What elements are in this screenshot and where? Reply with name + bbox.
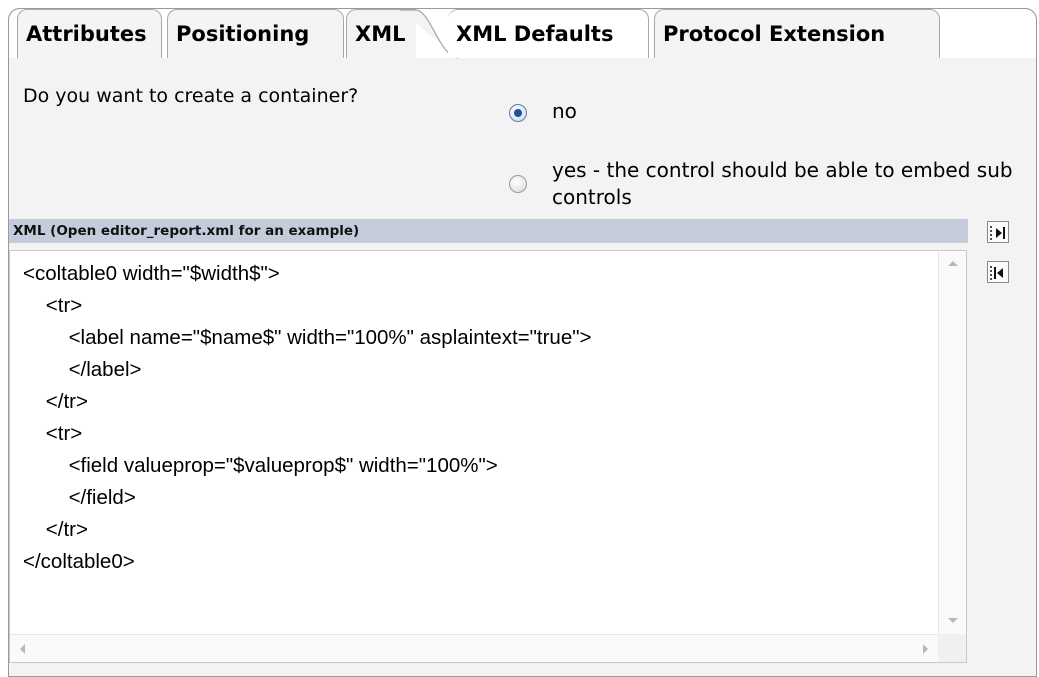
xml-section-header: XML (Open editor_report.xml for an examp…: [9, 219, 968, 243]
radio-no[interactable]: [509, 104, 527, 122]
code-line: <tr>: [45, 294, 83, 317]
scroll-down-icon[interactable]: [948, 618, 958, 623]
code-line: <tr>: [45, 422, 83, 445]
code-line: <label name="$name$" width="100%" asplai…: [68, 326, 592, 349]
code-line: </field>: [68, 486, 136, 509]
radio-selected-dot: [514, 109, 522, 117]
code-line: </tr>: [45, 390, 88, 413]
code-line: </tr>: [45, 518, 88, 541]
radio-no-label: no: [552, 99, 577, 123]
collapse-left-button[interactable]: [987, 261, 1009, 283]
horizontal-scrollbar[interactable]: [10, 634, 940, 662]
radio-yes[interactable]: [509, 175, 527, 193]
code-line: <field valueprop="$valueprop$" width="10…: [68, 454, 498, 477]
radio-yes-label: yes - the control should be able to embe…: [552, 158, 1013, 209]
vertical-scrollbar[interactable]: [938, 251, 966, 635]
tab-positioning[interactable]: Positioning: [167, 9, 344, 58]
code-line: <coltable0 width="$width$">: [23, 262, 280, 285]
xml-code-editor[interactable]: <coltable0 width="$width$"> <tr> <label …: [9, 250, 967, 663]
scrollbar-corner: [938, 634, 966, 662]
tab-xml-defaults[interactable]: XML Defaults: [448, 9, 649, 58]
code-line: </label>: [68, 358, 142, 381]
collapse-left-icon: [990, 266, 1003, 280]
expand-right-button[interactable]: [987, 221, 1009, 243]
xml-code-text[interactable]: <coltable0 width="$width$"> <tr> <label …: [23, 258, 591, 578]
tab-attributes[interactable]: Attributes: [17, 9, 162, 58]
scroll-right-icon[interactable]: [923, 644, 928, 654]
expand-right-icon: [990, 226, 1005, 240]
code-line: </coltable0>: [23, 550, 135, 573]
scroll-left-icon[interactable]: [20, 644, 25, 654]
tab-protocol-extension[interactable]: Protocol Extension: [654, 9, 940, 58]
scroll-up-icon[interactable]: [948, 261, 958, 266]
container-question-label: Do you want to create a container?: [23, 85, 359, 107]
